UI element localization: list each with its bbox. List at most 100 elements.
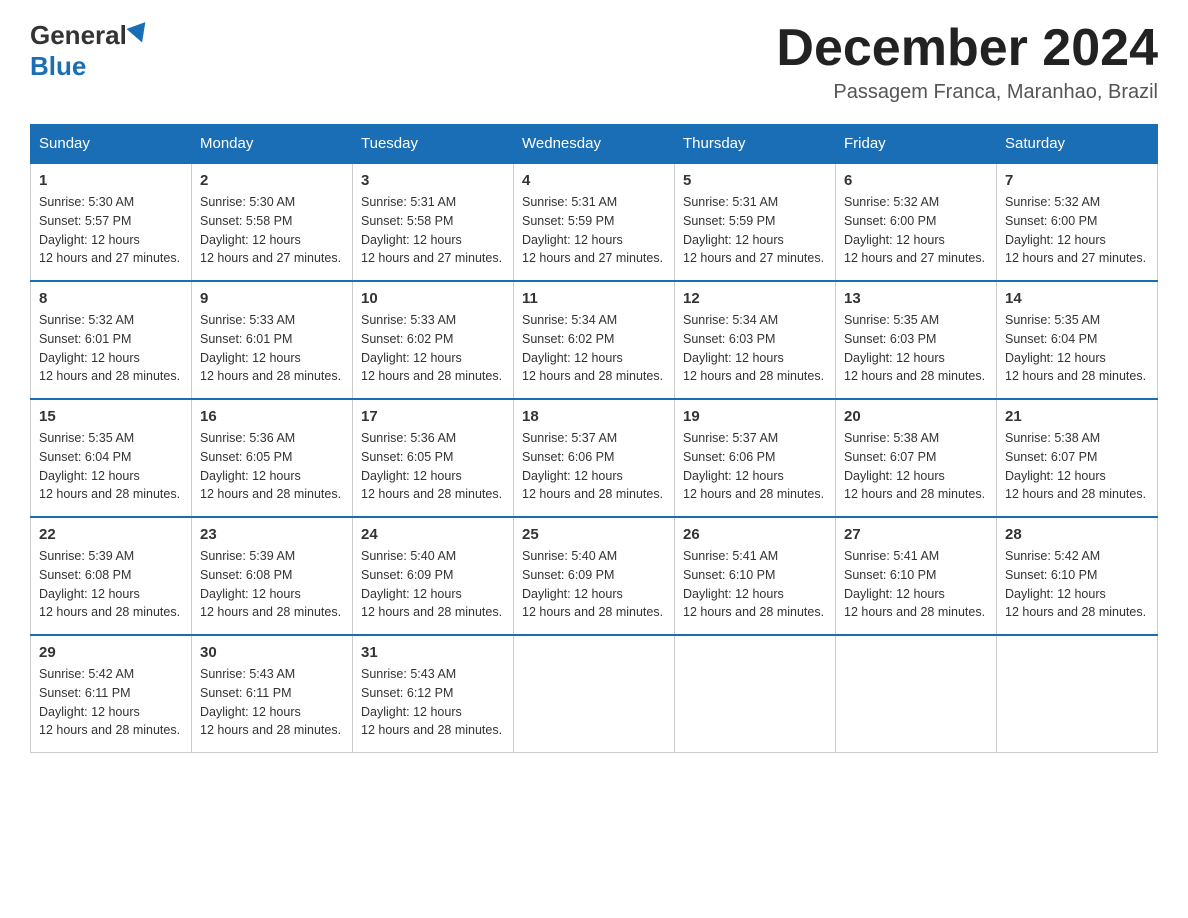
day-info: Sunrise: 5:38 AMSunset: 6:07 PMDaylight:… <box>844 429 988 504</box>
day-info: Sunrise: 5:37 AMSunset: 6:06 PMDaylight:… <box>522 429 666 504</box>
day-number: 19 <box>683 408 827 425</box>
table-row: 15Sunrise: 5:35 AMSunset: 6:04 PMDayligh… <box>31 399 192 517</box>
logo: General Blue <box>30 20 149 82</box>
day-number: 29 <box>39 644 183 661</box>
table-row: 20Sunrise: 5:38 AMSunset: 6:07 PMDayligh… <box>836 399 997 517</box>
table-row: 4Sunrise: 5:31 AMSunset: 5:59 PMDaylight… <box>514 163 675 281</box>
day-number: 8 <box>39 290 183 307</box>
day-number: 22 <box>39 526 183 543</box>
calendar-week-row: 8 Sunrise: 5:32 AMSunset: 6:01 PMDaylight… <box>31 281 1158 399</box>
day-info: Sunrise: 5:41 AMSunset: 6:10 PMDaylight:… <box>844 547 988 622</box>
day-number: 25 <box>522 526 666 543</box>
day-number: 10 <box>361 290 505 307</box>
table-row: 3Sunrise: 5:31 AMSunset: 5:58 PMDaylight… <box>353 163 514 281</box>
day-number: 24 <box>361 526 505 543</box>
table-row: 5Sunrise: 5:31 AMSunset: 5:59 PMDaylight… <box>675 163 836 281</box>
calendar-week-row: 15Sunrise: 5:35 AMSunset: 6:04 PMDayligh… <box>31 399 1158 517</box>
table-row: 8 Sunrise: 5:32 AMSunset: 6:01 PMDaylight… <box>31 281 192 399</box>
day-info: Sunrise: 5:42 AMSunset: 6:10 PMDaylight:… <box>1005 547 1149 622</box>
logo-triangle-icon <box>126 22 151 46</box>
table-row: 16Sunrise: 5:36 AMSunset: 6:05 PMDayligh… <box>192 399 353 517</box>
day-number: 31 <box>361 644 505 661</box>
day-info: Sunrise: 5:33 AMSunset: 6:02 PMDaylight:… <box>361 311 505 386</box>
month-title: December 2024 <box>776 20 1158 77</box>
day-number: 13 <box>844 290 988 307</box>
table-row: 19 Sunrise: 5:37 AMSunset: 6:06 PMDayligh… <box>675 399 836 517</box>
day-number: 26 <box>683 526 827 543</box>
day-info: Sunrise: 5:35 AMSunset: 6:04 PMDaylight:… <box>1005 311 1149 386</box>
location-text: Passagem Franca, Maranhao, Brazil <box>776 81 1158 104</box>
table-row: 10 Sunrise: 5:33 AMSunset: 6:02 PMDayligh… <box>353 281 514 399</box>
day-info: Sunrise: 5:30 AMSunset: 5:58 PMDaylight:… <box>200 193 344 268</box>
day-info: Sunrise: 5:31 AMSunset: 5:59 PMDaylight:… <box>683 193 827 268</box>
column-header-thursday: Thursday <box>675 125 836 164</box>
calendar-week-row: 1 Sunrise: 5:30 AMSunset: 5:57 PMDaylight… <box>31 163 1158 281</box>
table-row <box>675 635 836 753</box>
day-number: 12 <box>683 290 827 307</box>
table-row: 12 Sunrise: 5:34 AMSunset: 6:03 PMDayligh… <box>675 281 836 399</box>
title-area: December 2024 Passagem Franca, Maranhao,… <box>776 20 1158 104</box>
column-header-monday: Monday <box>192 125 353 164</box>
day-number: 4 <box>522 172 666 189</box>
day-number: 1 <box>39 172 183 189</box>
day-info: Sunrise: 5:43 AMSunset: 6:12 PMDaylight:… <box>361 665 505 740</box>
day-info: Sunrise: 5:32 AMSunset: 6:00 PMDaylight:… <box>844 193 988 268</box>
logo-blue-text: Blue <box>30 51 86 81</box>
table-row: 25 Sunrise: 5:40 AMSunset: 6:09 PMDayligh… <box>514 517 675 635</box>
table-row: 27 Sunrise: 5:41 AMSunset: 6:10 PMDayligh… <box>836 517 997 635</box>
table-row: 28 Sunrise: 5:42 AMSunset: 6:10 PMDayligh… <box>997 517 1158 635</box>
calendar-week-row: 29 Sunrise: 5:42 AMSunset: 6:11 PMDayligh… <box>31 635 1158 753</box>
table-row: 1 Sunrise: 5:30 AMSunset: 5:57 PMDaylight… <box>31 163 192 281</box>
table-row <box>997 635 1158 753</box>
column-header-saturday: Saturday <box>997 125 1158 164</box>
day-info: Sunrise: 5:34 AMSunset: 6:03 PMDaylight:… <box>683 311 827 386</box>
day-info: Sunrise: 5:32 AMSunset: 6:00 PMDaylight:… <box>1005 193 1149 268</box>
day-info: Sunrise: 5:34 AMSunset: 6:02 PMDaylight:… <box>522 311 666 386</box>
day-number: 27 <box>844 526 988 543</box>
day-number: 28 <box>1005 526 1149 543</box>
day-number: 9 <box>200 290 344 307</box>
day-info: Sunrise: 5:40 AMSunset: 6:09 PMDaylight:… <box>522 547 666 622</box>
column-header-sunday: Sunday <box>31 125 192 164</box>
calendar-week-row: 22 Sunrise: 5:39 AMSunset: 6:08 PMDayligh… <box>31 517 1158 635</box>
day-info: Sunrise: 5:40 AMSunset: 6:09 PMDaylight:… <box>361 547 505 622</box>
table-row: 9 Sunrise: 5:33 AMSunset: 6:01 PMDaylight… <box>192 281 353 399</box>
table-row: 24 Sunrise: 5:40 AMSunset: 6:09 PMDayligh… <box>353 517 514 635</box>
table-row: 22 Sunrise: 5:39 AMSunset: 6:08 PMDayligh… <box>31 517 192 635</box>
table-row: 2Sunrise: 5:30 AMSunset: 5:58 PMDaylight… <box>192 163 353 281</box>
table-row: 29 Sunrise: 5:42 AMSunset: 6:11 PMDayligh… <box>31 635 192 753</box>
logo-general-text: General <box>30 20 127 51</box>
header: General Blue December 2024 Passagem Fran… <box>30 20 1158 104</box>
day-info: Sunrise: 5:43 AMSunset: 6:11 PMDaylight:… <box>200 665 344 740</box>
day-info: Sunrise: 5:32 AMSunset: 6:01 PMDaylight:… <box>39 311 183 386</box>
table-row: 17 Sunrise: 5:36 AMSunset: 6:05 PMDayligh… <box>353 399 514 517</box>
day-number: 11 <box>522 290 666 307</box>
table-row: 13 Sunrise: 5:35 AMSunset: 6:03 PMDayligh… <box>836 281 997 399</box>
table-row: 23Sunrise: 5:39 AMSunset: 6:08 PMDayligh… <box>192 517 353 635</box>
calendar-header-row: SundayMondayTuesdayWednesdayThursdayFrid… <box>31 125 1158 164</box>
table-row: 30Sunrise: 5:43 AMSunset: 6:11 PMDayligh… <box>192 635 353 753</box>
day-info: Sunrise: 5:35 AMSunset: 6:03 PMDaylight:… <box>844 311 988 386</box>
day-number: 21 <box>1005 408 1149 425</box>
table-row: 21 Sunrise: 5:38 AMSunset: 6:07 PMDayligh… <box>997 399 1158 517</box>
table-row: 7 Sunrise: 5:32 AMSunset: 6:00 PMDaylight… <box>997 163 1158 281</box>
table-row <box>514 635 675 753</box>
day-info: Sunrise: 5:38 AMSunset: 6:07 PMDaylight:… <box>1005 429 1149 504</box>
table-row: 31 Sunrise: 5:43 AMSunset: 6:12 PMDayligh… <box>353 635 514 753</box>
table-row <box>836 635 997 753</box>
day-number: 17 <box>361 408 505 425</box>
day-info: Sunrise: 5:30 AMSunset: 5:57 PMDaylight:… <box>39 193 183 268</box>
day-info: Sunrise: 5:41 AMSunset: 6:10 PMDaylight:… <box>683 547 827 622</box>
day-info: Sunrise: 5:37 AMSunset: 6:06 PMDaylight:… <box>683 429 827 504</box>
day-info: Sunrise: 5:39 AMSunset: 6:08 PMDaylight:… <box>39 547 183 622</box>
day-info: Sunrise: 5:36 AMSunset: 6:05 PMDaylight:… <box>361 429 505 504</box>
column-header-tuesday: Tuesday <box>353 125 514 164</box>
day-number: 16 <box>200 408 344 425</box>
day-info: Sunrise: 5:42 AMSunset: 6:11 PMDaylight:… <box>39 665 183 740</box>
table-row: 6Sunrise: 5:32 AMSunset: 6:00 PMDaylight… <box>836 163 997 281</box>
day-info: Sunrise: 5:33 AMSunset: 6:01 PMDaylight:… <box>200 311 344 386</box>
day-info: Sunrise: 5:35 AMSunset: 6:04 PMDaylight:… <box>39 429 183 504</box>
day-number: 7 <box>1005 172 1149 189</box>
table-row: 26 Sunrise: 5:41 AMSunset: 6:10 PMDayligh… <box>675 517 836 635</box>
day-number: 18 <box>522 408 666 425</box>
